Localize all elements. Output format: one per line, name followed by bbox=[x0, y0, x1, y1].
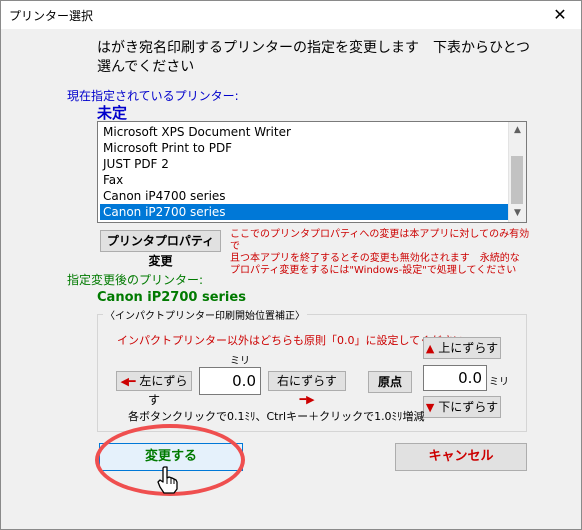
scrollbar-thumb[interactable] bbox=[511, 156, 523, 204]
properties-warning: ここでのプリンタプロパティへの変更は本アプリに対してのみ有効で 且つ本アプリを終… bbox=[230, 229, 530, 277]
printer-list-item-selected[interactable]: Canon iP2700 series bbox=[100, 204, 508, 220]
title-bar: プリンター選択 ✕ bbox=[1, 1, 581, 29]
current-printer-value: 未定 bbox=[97, 104, 128, 122]
listbox-scrollbar[interactable]: ▲ ▼ bbox=[508, 122, 526, 222]
cancel-button[interactable]: キャンセル bbox=[395, 443, 527, 471]
printer-listbox[interactable]: Microsoft XPS Document Writer Microsoft … bbox=[97, 121, 527, 223]
warning-line-3: プロパティ変更をするには"Windows-設定"で処理してください bbox=[230, 265, 517, 276]
shift-down-button[interactable]: ▼ 下にずらす bbox=[423, 396, 501, 418]
arrow-up-icon: ▲ bbox=[425, 342, 435, 355]
offset-group-title: 〈インパクトプリンター印刷開始位置補正〉 bbox=[103, 307, 307, 322]
shift-up-button[interactable]: ▲ 上にずらす bbox=[423, 337, 501, 359]
arrow-left-icon: ◀━ bbox=[120, 375, 136, 388]
warning-line-1: ここでのプリンタプロパティへの変更は本アプリに対してのみ有効で bbox=[230, 229, 530, 252]
shift-right-button[interactable]: 右にずらす ━▶ bbox=[268, 371, 346, 406]
window-title: プリンター選択 bbox=[9, 9, 94, 23]
shift-right-label: 右にずらす bbox=[277, 374, 337, 388]
vertical-offset-input[interactable]: 0.0 bbox=[423, 365, 487, 391]
shift-down-label: 下にずらす bbox=[438, 400, 499, 414]
current-printer-label: 現在指定されているプリンター: bbox=[67, 89, 239, 103]
instruction-line-2: 選んでください bbox=[97, 59, 195, 75]
shift-left-button[interactable]: ◀━ 左にずらす bbox=[116, 371, 192, 407]
printer-select-dialog: プリンター選択 ✕ はがき宛名印刷するプリンターの指定を変更します 下表からひと… bbox=[0, 0, 582, 530]
printer-properties-button[interactable]: プリンタプロパティ変更 bbox=[100, 230, 221, 268]
printer-list-item[interactable]: Fax bbox=[100, 172, 508, 188]
printer-list-item[interactable]: Canon iP4700 series bbox=[100, 188, 508, 204]
scroll-down-icon[interactable]: ▼ bbox=[509, 205, 526, 222]
horizontal-unit-label: ミリ bbox=[230, 356, 250, 367]
close-icon[interactable]: ✕ bbox=[539, 1, 581, 29]
offset-hint: 各ボタンクリックで0.1ﾐﾘ、Ctrlキー＋クリックで1.0ﾐﾘ増減 bbox=[128, 410, 425, 423]
new-printer-value: Canon iP2700 series bbox=[97, 290, 246, 305]
printer-list-item[interactable]: Microsoft Print to PDF bbox=[100, 140, 508, 156]
instruction-line-1: はがき宛名印刷するプリンターの指定を変更します 下表からひとつ bbox=[97, 40, 531, 56]
vertical-unit-label: ミリ bbox=[489, 377, 509, 388]
horizontal-offset-input[interactable]: 0.0 bbox=[199, 367, 261, 395]
hand-cursor-icon bbox=[157, 466, 178, 494]
arrow-right-icon: ━▶ bbox=[299, 393, 315, 406]
arrow-down-icon: ▼ bbox=[425, 401, 435, 414]
origin-button[interactable]: 原点 bbox=[368, 371, 412, 393]
printer-list-item[interactable]: JUST PDF 2 bbox=[100, 156, 508, 172]
new-printer-label: 指定変更後のプリンター: bbox=[67, 273, 204, 287]
scroll-up-icon[interactable]: ▲ bbox=[509, 122, 526, 139]
warning-line-2: 且つ本アプリを終了するとその変更も無効化されます 永続的な bbox=[230, 253, 520, 264]
instruction-text: はがき宛名印刷するプリンターの指定を変更します 下表からひとつ 選んでください bbox=[97, 39, 557, 77]
shift-up-label: 上にずらす bbox=[438, 341, 499, 355]
offset-note: インパクトプリンター以外はどちらも原則「0.0」に設定してください bbox=[117, 334, 464, 347]
printer-list-item[interactable]: Microsoft XPS Document Writer bbox=[100, 124, 508, 140]
